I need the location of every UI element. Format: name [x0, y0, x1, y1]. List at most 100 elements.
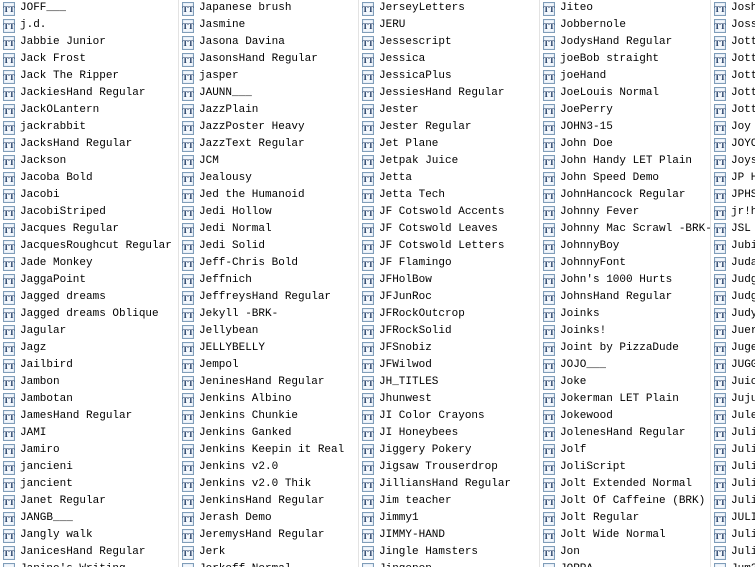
font-list-item[interactable]: TT JessiesHand Regular — [359, 85, 539, 102]
font-list-item[interactable]: TT JeremysHand Regular — [179, 527, 358, 544]
font-list-item[interactable]: TT JH_TITLES — [359, 374, 539, 391]
font-list-item[interactable]: TT JulesLov — [711, 408, 755, 425]
font-list-item[interactable]: TT Jum2 — [711, 561, 755, 567]
font-list-item[interactable]: TT Jolt Regular — [540, 510, 710, 527]
font-list-item[interactable]: TT Jenkins v2.0 — [179, 459, 358, 476]
font-list-item[interactable]: TT Jobbernole — [540, 17, 710, 34]
font-list-item[interactable]: TT JacksHand Regular — [0, 136, 178, 153]
font-list-item[interactable]: TT Jessescript — [359, 34, 539, 51]
font-list-item[interactable]: TT jancieni — [0, 459, 178, 476]
font-list-item[interactable]: TT JazzPoster Heavy — [179, 119, 358, 136]
font-list-item[interactable]: TT Jon — [540, 544, 710, 561]
font-list-item[interactable]: TT Jubie — [711, 238, 755, 255]
font-list-item[interactable]: TT JF Cotswold Leaves — [359, 221, 539, 238]
font-list-item[interactable]: TT JackiesHand Regular — [0, 85, 178, 102]
font-list-item[interactable]: TT Joystix — [711, 153, 755, 170]
font-list-item[interactable]: TT JAMI — [0, 425, 178, 442]
font-list-item[interactable]: TT Jolf — [540, 442, 710, 459]
font-list-view[interactable]: TT JOFF___ TT j.d. TT Jabbie Junior TT Jack Fro… — [0, 0, 755, 567]
font-list-item[interactable]: TT JERU — [359, 17, 539, 34]
font-list-item[interactable]: TT JenkinsHand Regular — [179, 493, 358, 510]
font-list-item[interactable]: TT Joke — [540, 374, 710, 391]
font-list-item[interactable]: TT Jagged dreams Oblique — [0, 306, 178, 323]
font-list-item[interactable]: TT JP Hand — [711, 170, 755, 187]
font-list-item[interactable]: TT Jolt Of Caffeine (BRK) — [540, 493, 710, 510]
font-list-item[interactable]: TT JFRockOutcrop — [359, 306, 539, 323]
font-list-item[interactable]: TT JI Color Crayons — [359, 408, 539, 425]
font-list-item[interactable]: TT Jerkoff Normal — [179, 561, 358, 567]
font-list-item[interactable]: TT joeBob straight — [540, 51, 710, 68]
font-list-item[interactable]: TT Johnny Fever — [540, 204, 710, 221]
font-list-item[interactable]: TT JPHST — [711, 187, 755, 204]
font-list-item[interactable]: TT jr!hand — [711, 204, 755, 221]
font-list-item[interactable]: TT Jingopop — [359, 561, 539, 567]
font-list-item[interactable]: TT JanicesHand Regular — [0, 544, 178, 561]
font-list-item[interactable]: TT Jasona Davina — [179, 34, 358, 51]
font-list-item[interactable]: TT Jagz — [0, 340, 178, 357]
font-list-item[interactable]: TT Julia Re — [711, 425, 755, 442]
font-list-item[interactable]: TT JamesHand Regular — [0, 408, 178, 425]
font-list-item[interactable]: TT Judge Ha — [711, 289, 755, 306]
font-list-item[interactable]: TT Jiteo — [540, 0, 710, 17]
font-list-item[interactable]: TT JaggaPoint — [0, 272, 178, 289]
font-list-item[interactable]: TT JCM — [179, 153, 358, 170]
font-list-item[interactable]: TT JudasCap — [711, 255, 755, 272]
font-list-item[interactable]: TT Jott 43 — [711, 51, 755, 68]
font-list-item[interactable]: TT Jott 43 — [711, 68, 755, 85]
font-list-item[interactable]: TT jancient — [0, 476, 178, 493]
font-list-item[interactable]: TT JAUNN___ — [179, 85, 358, 102]
font-list-item[interactable]: TT Jigsaw Trouserdrop — [359, 459, 539, 476]
font-list-item[interactable]: TT JANGB___ — [0, 510, 178, 527]
font-list-item[interactable]: TT JOJO___ — [540, 357, 710, 374]
font-list-item[interactable]: TT JohnnyFont — [540, 255, 710, 272]
font-list-item[interactable]: TT Jekyll -BRK- — [179, 306, 358, 323]
font-list-item[interactable]: TT Jangly walk — [0, 527, 178, 544]
font-list-item[interactable]: TT Jambon — [0, 374, 178, 391]
font-list-item[interactable]: TT JohnsHand Regular — [540, 289, 710, 306]
font-list-item[interactable]: TT Jhunwest — [359, 391, 539, 408]
font-list-item[interactable]: TT JolenesHand Regular — [540, 425, 710, 442]
font-list-item[interactable]: TT Jeff-Chris Bold — [179, 255, 358, 272]
font-list-item[interactable]: TT JIMMY-HAND — [359, 527, 539, 544]
font-list-item[interactable]: TT Jenkins Chunkie — [179, 408, 358, 425]
font-list-item[interactable]: TT Joint by PizzaDude — [540, 340, 710, 357]
font-list-item[interactable]: TT JULIUS~4 — [711, 510, 755, 527]
font-list-item[interactable]: TT JOYCARDS — [711, 136, 755, 153]
font-list-item[interactable]: TT Jester Regular — [359, 119, 539, 136]
font-list-item[interactable]: TT JuliusBl — [711, 527, 755, 544]
font-list-item[interactable]: TT JohnHancock Regular — [540, 187, 710, 204]
font-list-item[interactable]: TT j.d. — [0, 17, 178, 34]
font-list-item[interactable]: TT Jenkins Keepin it Real — [179, 442, 358, 459]
font-list-item[interactable]: TT Joy Circ — [711, 119, 755, 136]
font-list-item[interactable]: TT Jailbird — [0, 357, 178, 374]
font-list-item[interactable]: TT Jolt Wide Normal — [540, 527, 710, 544]
font-list-item[interactable]: TT Jack Frost — [0, 51, 178, 68]
font-list-item[interactable]: TT Jenkins v2.0 Thik — [179, 476, 358, 493]
font-list-item[interactable]: TT JUGGERNA — [711, 357, 755, 374]
font-list-item[interactable]: TT Jerash Demo — [179, 510, 358, 527]
font-list-item[interactable]: TT Jedi Normal — [179, 221, 358, 238]
font-list-item[interactable]: TT JFWilwod — [359, 357, 539, 374]
font-list-item[interactable]: TT JazzPlain — [179, 102, 358, 119]
font-list-item[interactable]: TT Jugendst — [711, 340, 755, 357]
font-list-item[interactable]: TT Julius R — [711, 493, 755, 510]
font-list-item[interactable]: TT Jet Plane — [359, 136, 539, 153]
font-list-item[interactable]: TT Jempol — [179, 357, 358, 374]
font-list-item[interactable]: TT Jetpak Juice — [359, 153, 539, 170]
font-list-item[interactable]: TT Jim teacher — [359, 493, 539, 510]
font-list-item[interactable]: TT Jenkins Albino — [179, 391, 358, 408]
font-list-item[interactable]: TT JSL Blac — [711, 221, 755, 238]
font-list-item[interactable]: TT JOHN3-15 — [540, 119, 710, 136]
font-list-item[interactable]: TT JacobiStriped — [0, 204, 178, 221]
font-list-item[interactable]: TT Jade Monkey — [0, 255, 178, 272]
font-list-item[interactable]: TT John Speed Demo — [540, 170, 710, 187]
font-list-item[interactable]: TT JFHolBow — [359, 272, 539, 289]
font-list-item[interactable]: TT JI Honeybees — [359, 425, 539, 442]
font-list-item[interactable]: TT JacquesRoughcut Regular — [0, 238, 178, 255]
font-list-item[interactable]: TT Jealousy — [179, 170, 358, 187]
font-list-item[interactable]: TT Jott43 T — [711, 34, 755, 51]
font-list-item[interactable]: TT JazzText Regular — [179, 136, 358, 153]
font-list-item[interactable]: TT Jagged dreams — [0, 289, 178, 306]
font-list-item[interactable]: TT Jingle Hamsters — [359, 544, 539, 561]
font-list-item[interactable]: TT Janine's Writing — [0, 561, 178, 567]
